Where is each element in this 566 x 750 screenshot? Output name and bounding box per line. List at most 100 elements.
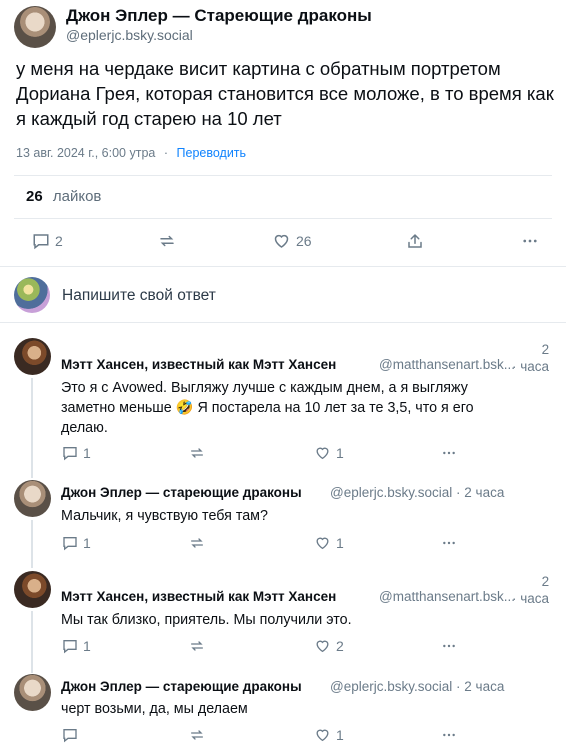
more-options-button[interactable] <box>520 232 540 250</box>
repost-button[interactable] <box>188 727 206 743</box>
meta-separator: · <box>512 591 517 606</box>
heart-icon <box>316 729 329 742</box>
post-author-name[interactable]: Джон Эплер — Стареющие драконы <box>66 6 372 26</box>
reply-author-handle-text: @eplerjc.bsky.social <box>330 679 453 694</box>
post-meta: 13 авг. 2024 г., 6:00 утра · Переводить <box>16 146 246 160</box>
ellipsis-icon <box>443 451 455 455</box>
reply-button[interactable]: 1 <box>62 445 91 461</box>
more-options-button[interactable] <box>440 535 458 551</box>
reply-author-avatar[interactable] <box>14 674 51 711</box>
reply-author-handle[interactable]: @eplerjc.bsky.social · 2 часа <box>330 679 504 694</box>
reply-time[interactable]: 2 · часа <box>512 573 549 607</box>
reply-time-unit: · часа <box>512 358 549 375</box>
repost-arrows-icon <box>191 538 203 548</box>
speech-bubble-icon <box>33 234 49 250</box>
like-button[interactable]: 1 <box>314 445 344 461</box>
meta-separator: · <box>456 679 461 694</box>
reply-time-number: 2 <box>541 574 550 589</box>
thread-line <box>31 520 33 568</box>
reply-time-unit-text: часа <box>520 359 550 374</box>
meta-separator: · <box>512 359 517 374</box>
reply-time[interactable]: 2 · часа <box>512 341 549 375</box>
reply-button[interactable]: 1 <box>62 638 91 654</box>
thread-line <box>31 378 33 478</box>
repost-arrows-icon <box>191 730 203 740</box>
reply-author-name[interactable]: Мэтт Хансен, известный как Мэтт Хансен <box>61 589 336 604</box>
heart-icon <box>316 447 329 460</box>
reply-author-name[interactable]: Мэтт Хансен, известный как Мэтт Хансен <box>61 357 336 372</box>
reply-text: черт возьми, да, мы делаем <box>61 701 248 717</box>
ellipsis-icon <box>523 239 537 243</box>
reply-author-handle[interactable]: @matthansenart.bsk... <box>379 589 515 604</box>
reply-count: 1 <box>83 638 91 654</box>
speech-bubble-icon <box>63 537 77 551</box>
ellipsis-icon <box>443 733 455 737</box>
more-options-button[interactable] <box>440 445 458 461</box>
post-author-handle[interactable]: @eplerjc.bsky.social <box>66 27 193 43</box>
reply-button[interactable]: 1 <box>62 535 91 551</box>
ellipsis-icon <box>443 644 455 648</box>
likes-count: 26 <box>26 188 43 205</box>
reply-text: Мы так близко, приятель. Мы получили это… <box>61 612 352 628</box>
share-upload-icon <box>408 233 422 248</box>
reply-text: Мальчик, я чувствую тебя там? <box>61 508 268 524</box>
likes-summary[interactable]: 26 лайков <box>26 188 101 205</box>
reply-button[interactable]: 2 <box>32 232 63 250</box>
reply-author-name[interactable]: Джон Эплер — стареющие драконы <box>61 679 302 694</box>
reply-author-avatar[interactable] <box>14 338 51 375</box>
post-author-avatar[interactable] <box>14 6 56 48</box>
reply-count: 1 <box>83 535 91 551</box>
like-count: 1 <box>336 445 344 461</box>
reply-time[interactable]: 2 часа <box>464 679 504 694</box>
like-button[interactable]: 1 <box>314 727 344 743</box>
like-count: 1 <box>336 535 344 551</box>
repost-button[interactable] <box>157 232 177 250</box>
share-button[interactable] <box>406 232 424 250</box>
reply-time-number: 2 <box>541 342 550 357</box>
reply-author-name[interactable]: Джон Эплер — стареющие драконы <box>61 485 302 500</box>
repost-button[interactable] <box>188 638 206 654</box>
reply-author-avatar[interactable] <box>14 480 51 517</box>
reply-composer-prompt[interactable]: Напишите свой ответ <box>62 287 216 305</box>
like-button[interactable]: 1 <box>314 535 344 551</box>
repost-arrows-icon <box>191 448 203 458</box>
divider <box>14 175 552 176</box>
reply-time[interactable]: 2 часа <box>464 485 504 500</box>
heart-icon <box>316 537 329 550</box>
speech-bubble-icon <box>63 729 77 743</box>
reply-text: Это я с Avowed. Выгляжу лучше с каждым д… <box>61 380 474 436</box>
like-button[interactable]: 2 <box>314 638 344 654</box>
reply-author-handle[interactable]: @matthansenart.bsk... <box>379 357 515 372</box>
more-options-button[interactable] <box>440 638 458 654</box>
reply-count: 1 <box>83 445 91 461</box>
repost-arrows-icon <box>191 641 203 651</box>
heart-icon <box>274 234 289 248</box>
more-options-button[interactable] <box>440 727 458 743</box>
thread-line <box>31 611 33 673</box>
post-text: у меня на чердаке висит картина с обратн… <box>16 58 554 129</box>
like-count: 1 <box>336 727 344 743</box>
meta-separator: · <box>163 146 169 160</box>
repost-button[interactable] <box>188 535 206 551</box>
heart-icon <box>316 640 329 653</box>
reply-author-handle[interactable]: @eplerjc.bsky.social · 2 часа <box>330 485 504 500</box>
translate-link[interactable]: Переводить <box>177 146 247 160</box>
divider <box>0 266 566 267</box>
likes-label: лайков <box>52 188 102 205</box>
like-button[interactable]: 26 <box>272 232 312 250</box>
divider <box>0 322 566 323</box>
speech-bubble-icon <box>63 640 77 654</box>
post-date[interactable]: 13 авг. 2024 г., 6:00 утра <box>16 146 155 160</box>
reply-button[interactable] <box>62 727 83 743</box>
reply-time-unit-text: часа <box>520 591 550 606</box>
meta-separator: · <box>456 485 461 500</box>
like-count: 2 <box>336 638 344 654</box>
speech-bubble-icon <box>63 447 77 461</box>
current-user-avatar <box>14 277 50 313</box>
repost-arrows-icon <box>160 235 174 247</box>
reply-author-handle-text: @eplerjc.bsky.social <box>330 485 453 500</box>
like-count: 26 <box>296 233 312 249</box>
reply-author-avatar[interactable] <box>14 571 51 608</box>
reply-count: 2 <box>55 233 63 249</box>
repost-button[interactable] <box>188 445 206 461</box>
